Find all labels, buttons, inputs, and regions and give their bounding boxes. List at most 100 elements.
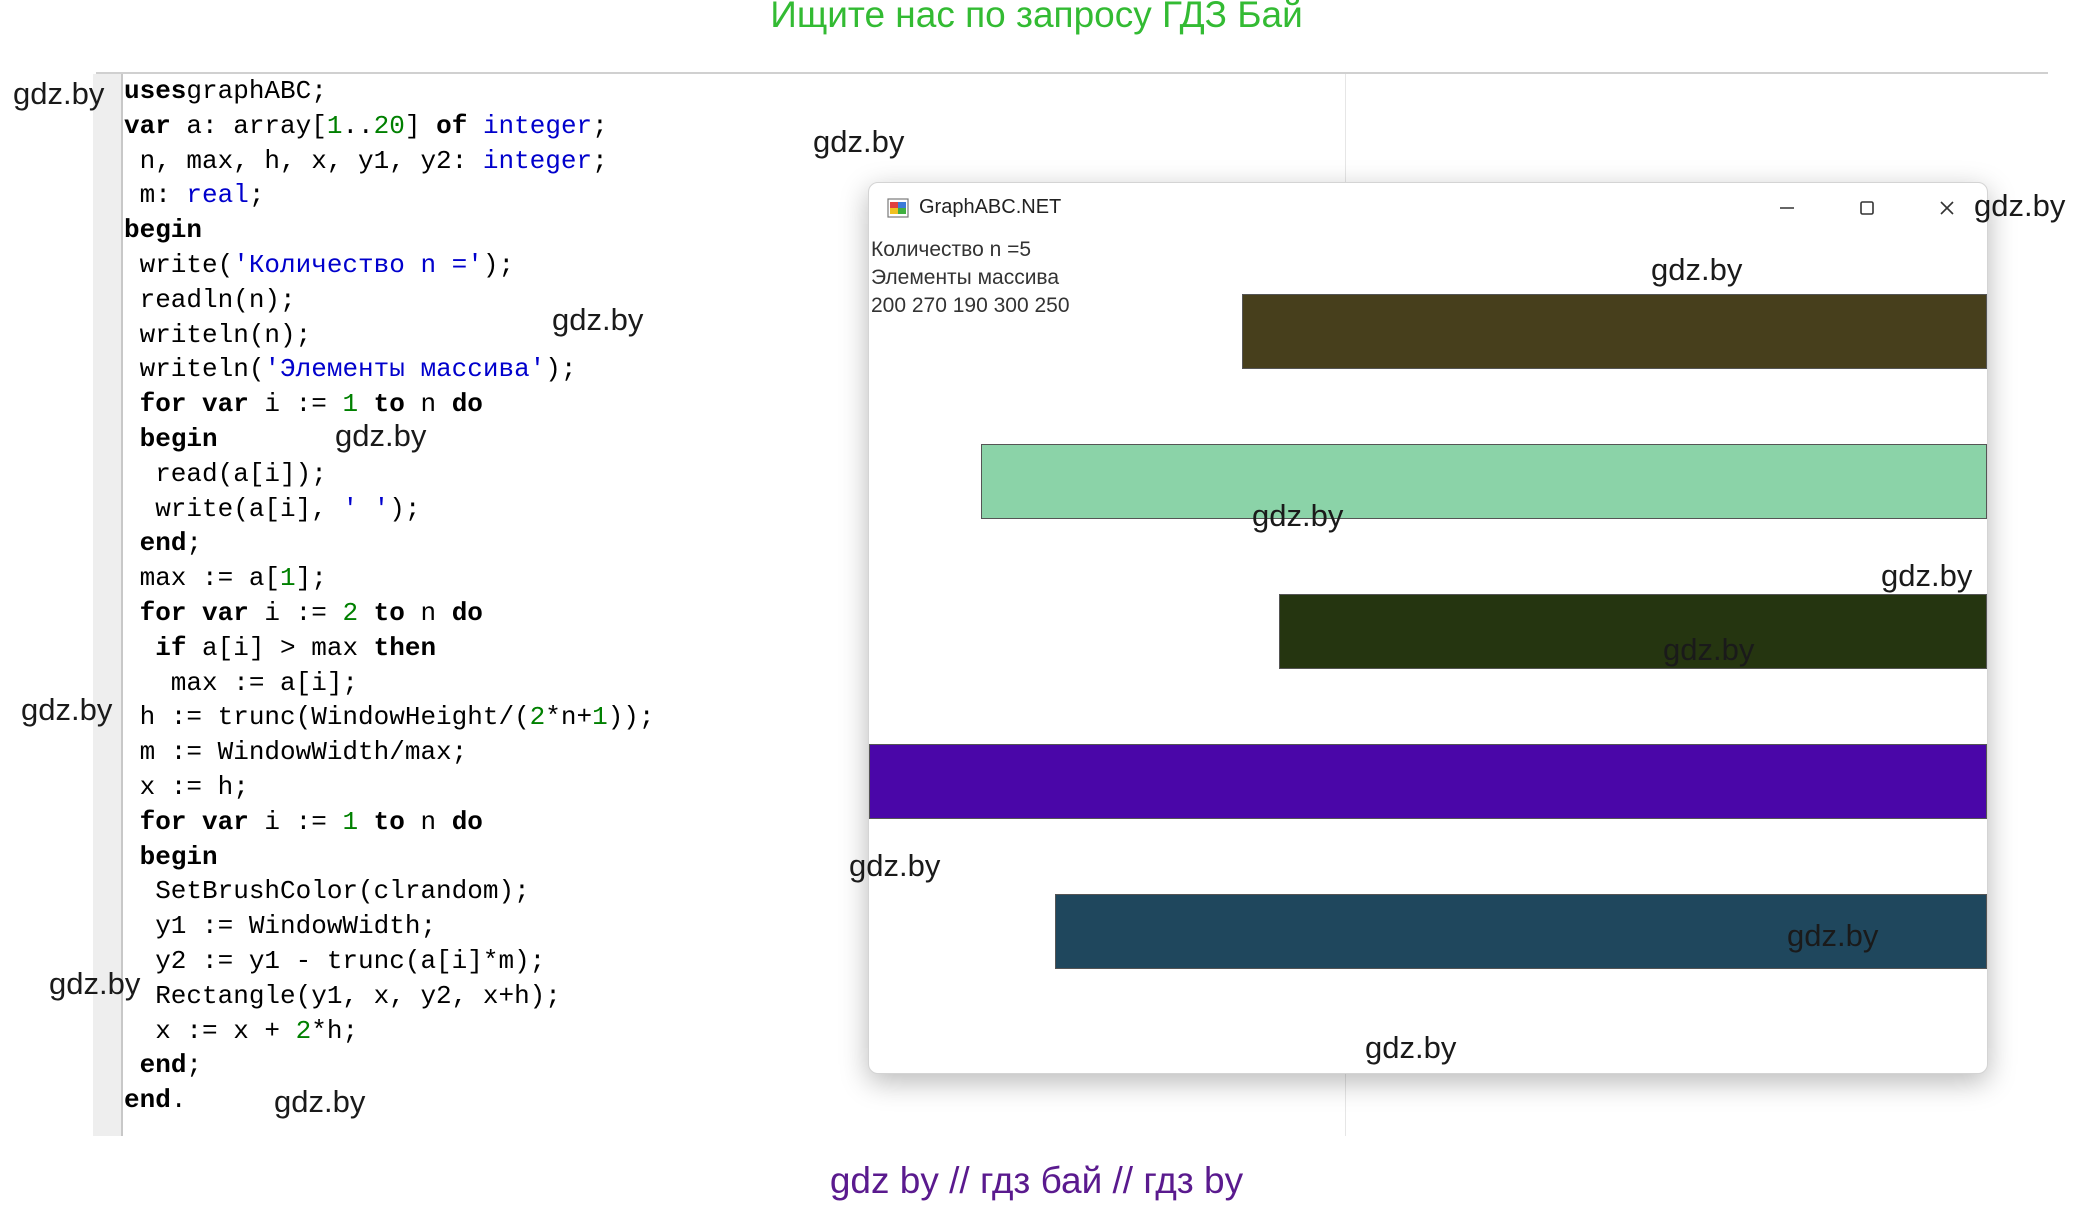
code-token: 'Элементы массива' xyxy=(264,354,546,385)
code-token: 2 xyxy=(342,597,359,628)
code-line: if a[i] > max then xyxy=(124,631,655,666)
code-token: begin xyxy=(139,423,218,454)
code-token: 2 xyxy=(529,702,546,733)
code-token: m := WindowWidth/max; xyxy=(124,737,468,768)
close-icon xyxy=(1940,201,1954,215)
output-line-3: 200 270 190 300 250 xyxy=(871,294,1070,317)
code-line: usesgraphABC; xyxy=(124,74,655,109)
code-token: to xyxy=(373,389,405,420)
watermark: gdz.by xyxy=(1787,918,1879,953)
code-token: ; xyxy=(186,528,203,559)
code-token: SetBrushColor(clrandom); xyxy=(124,876,530,907)
minimize-icon xyxy=(1780,207,1794,209)
code-token: real xyxy=(186,180,249,211)
code-token: 20 xyxy=(373,110,405,141)
code-token: do xyxy=(451,389,483,420)
maximize-icon xyxy=(1860,201,1874,215)
code-token: ); xyxy=(482,249,515,280)
code-token: ); xyxy=(389,493,421,524)
code-token: uses xyxy=(124,76,187,106)
maximize-button[interactable] xyxy=(1847,191,1887,225)
code-token: begin xyxy=(139,841,218,872)
code-token: for var xyxy=(139,597,249,628)
code-token: .. xyxy=(342,110,374,141)
code-token: ; xyxy=(592,110,608,141)
code-token: var xyxy=(124,110,171,141)
code-token: writeln(n); xyxy=(124,319,312,350)
app-icon xyxy=(887,198,909,218)
code-token: x := h; xyxy=(124,771,249,802)
code-token: ; xyxy=(592,145,608,176)
code-token: readln(n); xyxy=(124,284,296,315)
watermark: gdz.by xyxy=(335,418,427,453)
code-editor[interactable]: usesgraphABC; var a: array[1..20] of inte… xyxy=(124,74,655,1118)
code-line: y1 := WindowWidth; xyxy=(124,909,655,944)
code-token: max := a[i]; xyxy=(124,667,359,698)
code-token: write( xyxy=(124,249,234,280)
window-titlebar[interactable]: GraphABC.NET xyxy=(869,183,1987,233)
watermark: gdz.by xyxy=(552,302,644,337)
code-token: . xyxy=(170,1085,187,1116)
output-line-1: Количество n =5 xyxy=(871,238,1032,261)
code-token: integer xyxy=(482,110,593,141)
code-token: end xyxy=(139,528,187,559)
code-token: for var xyxy=(139,389,249,420)
code-token: m: xyxy=(124,180,187,211)
code-token: *n+ xyxy=(545,702,593,733)
code-line: end. xyxy=(124,1083,655,1118)
code-line: x := x + 2*h; xyxy=(124,1014,655,1049)
code-token: *h; xyxy=(311,1015,359,1046)
code-token: x := x + xyxy=(124,1015,296,1046)
code-token: end xyxy=(124,1085,171,1116)
top-banner: Ищите нас по запросу ГДЗ Бай xyxy=(770,0,1303,35)
code-line: write(a[i], ' '); xyxy=(124,492,655,527)
code-token: y2 := y1 - trunc(a[i]*m); xyxy=(124,945,546,976)
code-token: 'Количество n =' xyxy=(233,249,483,280)
code-token: h := trunc(WindowHeight/( xyxy=(124,702,530,733)
watermark: gdz.by xyxy=(274,1084,366,1119)
watermark: gdz.by xyxy=(849,848,941,883)
close-button[interactable] xyxy=(1927,191,1967,225)
code-token: max := a[ xyxy=(124,563,281,594)
code-token: 1 xyxy=(342,389,359,420)
window-title: GraphABC.NET xyxy=(919,196,1062,218)
code-token: of xyxy=(436,110,468,141)
code-line: y2 := y1 - trunc(a[i]*m); xyxy=(124,944,655,979)
code-line: Rectangle(y1, x, y2, x+h); xyxy=(124,979,655,1014)
code-line: n, max, h, x, y1, y2: integer; xyxy=(124,144,655,179)
watermark: gdz.by xyxy=(13,76,105,111)
code-token: do xyxy=(451,597,483,628)
code-token: i := xyxy=(248,806,343,837)
code-token: write(a[i], xyxy=(124,493,343,524)
code-token: n, max, h, x, y1, y2: xyxy=(124,145,483,176)
code-line: for var i := 2 to n do xyxy=(124,596,655,631)
code-token: integer xyxy=(482,145,593,176)
code-token: ); xyxy=(545,354,577,385)
code-token: do xyxy=(451,806,483,837)
code-token: 2 xyxy=(295,1015,312,1046)
code-token: to xyxy=(373,806,405,837)
code-token: to xyxy=(373,597,405,628)
code-token: then xyxy=(373,632,437,663)
code-line: m := WindowWidth/max; xyxy=(124,735,655,770)
code-line: x := h; xyxy=(124,770,655,805)
minimize-button[interactable] xyxy=(1767,191,1807,225)
code-line: for var i := 1 to n do xyxy=(124,387,655,422)
code-token: writeln( xyxy=(124,354,265,385)
code-line: begin xyxy=(124,840,655,875)
code-line: end; xyxy=(124,1048,655,1083)
code-line: max := a[i]; xyxy=(124,666,655,701)
watermark: gdz.by xyxy=(1881,558,1973,593)
code-token: 1 xyxy=(280,563,296,594)
code-token: ]; xyxy=(295,563,327,594)
code-line: SetBrushColor(clrandom); xyxy=(124,874,655,909)
code-line: for var i := 1 to n do xyxy=(124,805,655,840)
